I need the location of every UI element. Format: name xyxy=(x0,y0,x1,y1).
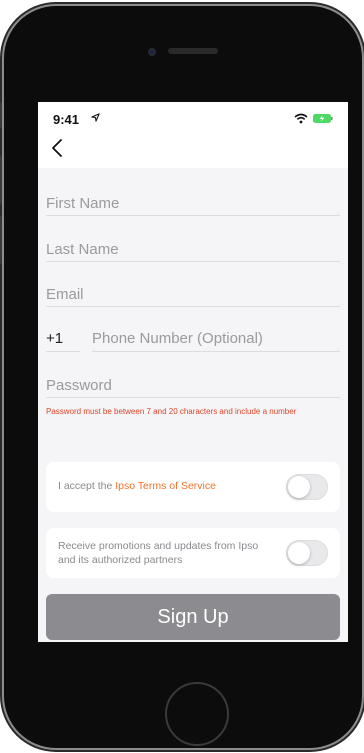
promotions-toggle[interactable] xyxy=(286,540,328,566)
promotions-toggle-knob xyxy=(288,542,310,564)
promotions-card: Receive promotions and updates from Ipso… xyxy=(46,528,340,578)
last-name-field[interactable]: Last Name xyxy=(46,238,340,262)
promotions-text: Receive promotions and updates from Ipso… xyxy=(58,540,259,566)
terms-of-service-link[interactable]: Ipso Terms of Service xyxy=(115,480,216,492)
mute-switch xyxy=(0,102,2,128)
phone-number-field[interactable]: Phone Number (Optional) xyxy=(92,326,340,352)
sign-up-button[interactable]: Sign Up xyxy=(46,594,340,640)
email-field[interactable]: Email xyxy=(46,283,340,307)
header: 9:41 xyxy=(38,102,348,168)
password-hint: Password must be between 7 and 20 charac… xyxy=(46,407,297,416)
first-name-field[interactable]: First Name xyxy=(46,192,340,216)
terms-text: I accept the Ipso Terms of Service xyxy=(58,480,216,492)
location-arrow-icon xyxy=(91,113,100,122)
home-button[interactable] xyxy=(165,682,229,746)
volume-up-button xyxy=(0,156,2,204)
front-camera xyxy=(148,48,156,56)
back-chevron-icon[interactable] xyxy=(48,137,68,159)
battery-charging-icon xyxy=(313,114,333,123)
app-screen: 9:41 First Name Last Name Email +1 Phone… xyxy=(38,102,348,642)
password-field[interactable]: Password xyxy=(46,374,340,398)
terms-prefix: I accept the xyxy=(58,480,116,492)
terms-toggle[interactable] xyxy=(286,474,328,500)
status-time: 9:41 xyxy=(53,112,80,127)
earpiece-speaker xyxy=(168,48,218,54)
terms-toggle-knob xyxy=(288,476,310,498)
phone-frame: 9:41 First Name Last Name Email +1 Phone… xyxy=(0,6,362,748)
country-code-selector[interactable]: +1 xyxy=(46,326,80,352)
wifi-icon xyxy=(294,113,308,124)
terms-card: I accept the Ipso Terms of Service xyxy=(46,462,340,512)
volume-down-button xyxy=(0,216,2,264)
phone-row: +1 Phone Number (Optional) xyxy=(46,326,340,352)
